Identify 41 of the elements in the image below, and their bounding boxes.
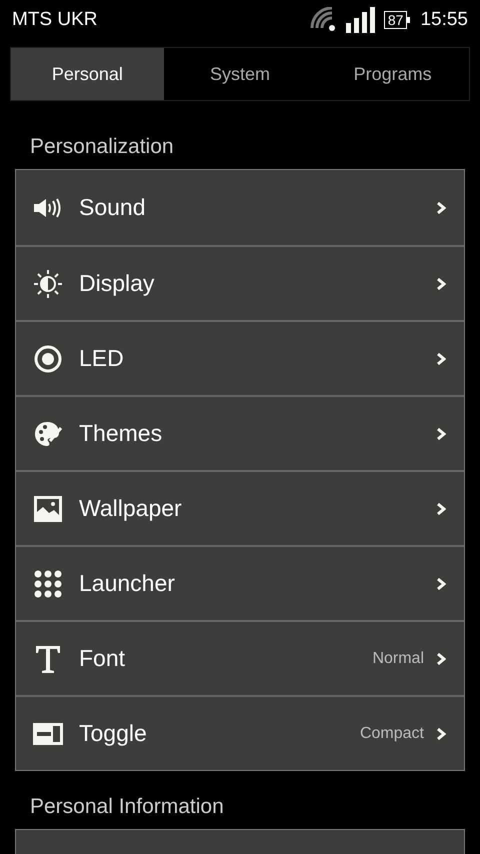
grid-icon	[34, 570, 62, 598]
chevron-icon	[436, 352, 446, 366]
row-value: Compact	[360, 724, 424, 744]
clock: 15:55	[420, 8, 468, 32]
battery-level: 87	[384, 11, 408, 29]
row-label: LED	[79, 344, 124, 374]
signal-icon	[346, 7, 376, 33]
chevron-icon	[436, 652, 446, 666]
chevron-icon	[436, 426, 446, 440]
chevron-icon	[436, 502, 446, 516]
record-icon	[33, 344, 63, 374]
carrier-name: MTS UKR	[12, 8, 98, 32]
row-label: Toggle	[79, 719, 147, 748]
settings-row[interactable]: LED	[16, 320, 464, 395]
settings-row[interactable]: Display	[16, 245, 464, 320]
speaker-icon	[33, 198, 63, 218]
section-header: Personal Information	[29, 795, 225, 819]
row-label: Themes	[79, 419, 162, 448]
chevron-icon	[436, 576, 446, 590]
row-label: Sound	[79, 193, 146, 222]
row-label: Font	[79, 644, 126, 674]
settings-row[interactable]: Wallpaper	[16, 470, 464, 545]
wifi-icon	[308, 7, 338, 33]
row-value: Normal	[372, 648, 424, 668]
row-label: Wallpaper	[79, 494, 182, 524]
section-header: Personalization	[29, 135, 175, 159]
text-icon	[34, 644, 62, 674]
row-label: Launcher	[79, 569, 175, 598]
chevron-icon	[436, 200, 446, 214]
chevron-icon	[436, 726, 446, 740]
settings-row[interactable]: Toggle Compact	[16, 695, 464, 770]
image-icon	[33, 494, 63, 522]
tab[interactable]: Personal	[11, 48, 164, 100]
chevron-icon	[436, 276, 446, 290]
settings-row[interactable]: Themes	[16, 395, 464, 470]
settings-row[interactable]: Font Normal	[16, 620, 464, 695]
row-label: Display	[79, 269, 154, 298]
settings-row[interactable]: Launcher	[16, 545, 464, 620]
settings-row[interactable]: Sound	[16, 170, 464, 245]
brightness-icon	[33, 268, 63, 298]
toggle-icon	[33, 722, 63, 744]
